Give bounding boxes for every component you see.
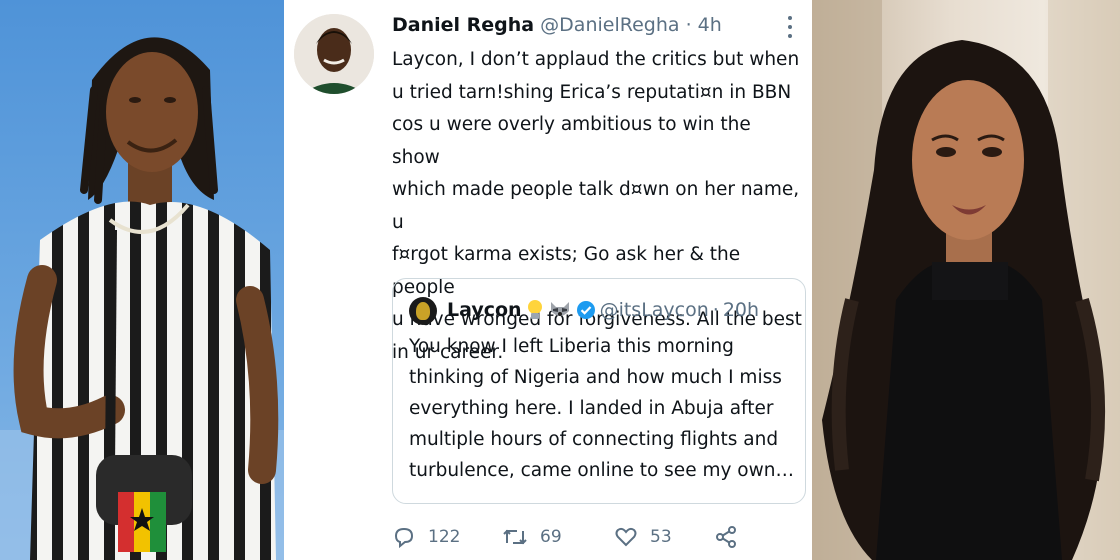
share-button[interactable] xyxy=(714,525,738,549)
quoted-tweet-card[interactable]: Laycon @itsLaycon · 20h You know I left … xyxy=(392,278,806,504)
quoted-author-name[interactable]: Laycon xyxy=(447,299,522,321)
quoted-line: multiple hours of connecting flights and xyxy=(409,429,779,450)
quoted-tweet-time[interactable]: 20h xyxy=(723,299,759,321)
reply-count: 122 xyxy=(428,527,461,547)
like-button[interactable]: 53 xyxy=(614,525,714,549)
quoted-line: You know I left Liberia this morning xyxy=(409,336,734,357)
header-separator: · xyxy=(679,14,698,36)
woman-illustration xyxy=(812,0,1120,560)
retweet-count: 69 xyxy=(540,527,562,547)
tweet-line: which made people talk d¤wn on her name,… xyxy=(392,179,800,233)
quoted-author-avatar[interactable] xyxy=(409,297,437,325)
author-handle[interactable]: @DanielRegha xyxy=(540,14,679,36)
left-photo-man xyxy=(0,0,284,560)
man-illustration xyxy=(0,37,284,560)
tweet-header: Daniel Regha @DanielRegha · 4h xyxy=(392,14,722,40)
tweet-panel: Daniel Regha @DanielRegha · 4h Laycon, I… xyxy=(284,0,812,560)
reply-button[interactable]: 122 xyxy=(392,525,502,549)
quoted-line: turbulence, came online to see my own… xyxy=(409,460,794,481)
quoted-tweet-text: You know I left Liberia this morning thi… xyxy=(409,331,799,486)
light-bulb-emoji-icon xyxy=(527,300,542,319)
heart-icon xyxy=(615,527,637,547)
reply-icon xyxy=(394,527,414,549)
share-icon xyxy=(716,526,736,548)
author-name[interactable]: Daniel Regha xyxy=(392,14,534,36)
verified-badge-icon xyxy=(576,301,595,319)
tweet-line: u tried tarn!shing Erica’s reputati¤n in… xyxy=(392,81,792,103)
tweet-time[interactable]: 4h xyxy=(698,14,722,36)
right-photo-woman xyxy=(812,0,1120,560)
quoted-tweet-header: Laycon @itsLaycon · 20h xyxy=(447,295,759,325)
more-vertical-icon[interactable] xyxy=(784,16,796,38)
retweet-icon xyxy=(503,529,527,545)
tweet-line: cos u were overly ambitious to win the s… xyxy=(392,114,751,168)
author-avatar[interactable] xyxy=(294,14,374,94)
quoted-separator: · xyxy=(712,299,719,321)
tweet-action-bar: 122 69 53 xyxy=(392,520,806,554)
retweet-button[interactable]: 69 xyxy=(502,525,614,549)
raccoon-emoji-icon xyxy=(550,302,569,316)
quoted-line: thinking of Nigeria and how much I miss xyxy=(409,367,782,388)
like-count: 53 xyxy=(650,527,672,547)
quoted-line: everything here. I landed in Abuja after xyxy=(409,398,774,419)
tweet-line: Laycon, I don’t applaud the critics but … xyxy=(392,49,800,70)
quoted-author-handle[interactable]: @itsLaycon xyxy=(600,299,709,321)
